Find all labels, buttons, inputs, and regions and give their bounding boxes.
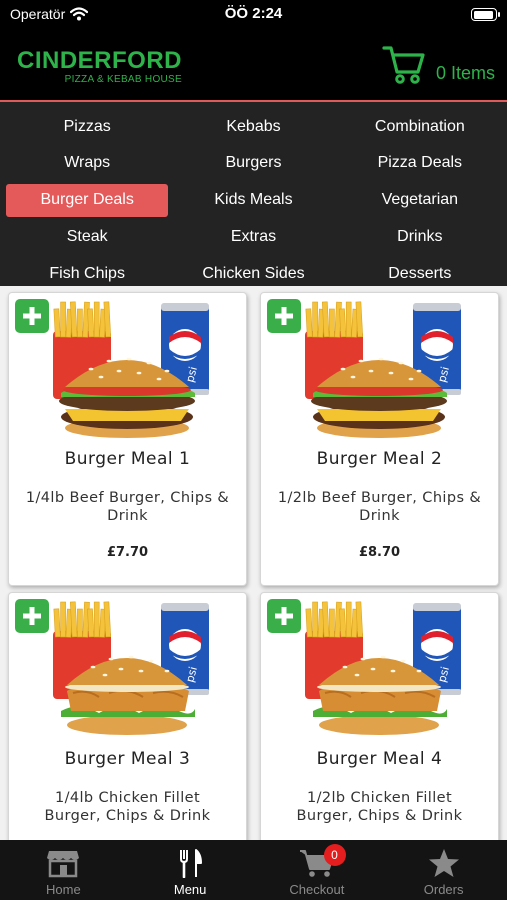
product-grid: psi Burger Meal 1 1/4lb Beef Burger, Chi… <box>0 286 507 840</box>
star-icon <box>428 849 459 877</box>
checkout-badge: 0 <box>323 844 346 866</box>
tab-orders[interactable]: Orders <box>380 840 507 900</box>
category-burger-deals[interactable]: Burger Deals <box>6 183 169 217</box>
category-kids-meals[interactable]: Kids Meals <box>172 184 334 217</box>
store-icon <box>47 851 80 878</box>
add-to-cart-button[interactable] <box>267 299 301 333</box>
brand-logo: CINDERFORD PIZZA & KEBAB HOUSE <box>17 47 182 86</box>
plus-icon <box>23 607 41 625</box>
brand-tagline: PIZZA & KEBAB HOUSE <box>64 74 182 85</box>
brand-name: CINDERFORD <box>17 47 182 74</box>
category-drinks[interactable]: Drinks <box>339 220 501 253</box>
category-burgers[interactable]: Burgers <box>172 147 334 180</box>
product-name: Burger Meal 2 <box>316 449 443 469</box>
header-cart-button[interactable]: 0 Items <box>382 42 495 86</box>
battery-icon <box>471 8 500 21</box>
plus-icon <box>275 307 293 325</box>
tab-bar: Home Menu 0 Checkout Orders <box>0 840 507 900</box>
product-price: £8.70 <box>358 545 401 560</box>
product-card[interactable]: psi Burger Meal 4 1/2lb Chicken Fillet B… <box>260 592 499 840</box>
tab-orders-label: Orders <box>423 882 464 897</box>
product-card[interactable]: psi Burger Meal 1 1/4lb Beef Burger, Chi… <box>8 292 247 586</box>
product-description: 1/4lb Chicken Fillet Burger, Chips & Dri… <box>44 790 211 824</box>
add-to-cart-button[interactable] <box>15 299 49 333</box>
app-header: CINDERFORD PIZZA & KEBAB HOUSE 0 Items <box>0 30 507 100</box>
cart-item-count: 0 Items <box>435 62 495 83</box>
tab-checkout-label: Checkout <box>289 882 345 897</box>
category-wraps[interactable]: Wraps <box>6 147 168 180</box>
product-name: Burger Meal 1 <box>64 449 191 469</box>
category-pizzas[interactable]: Pizzas <box>6 110 168 143</box>
product-name: Burger Meal 3 <box>64 749 191 769</box>
product-description: 1/2lb Chicken Fillet Burger, Chips & Dri… <box>296 790 463 824</box>
category-steak[interactable]: Steak <box>6 220 168 253</box>
product-description: 1/4lb Beef Burger, Chips & Drink <box>25 490 230 524</box>
category-menu: Pizzas Kebabs Combination Wraps Burgers Pizza… <box>0 100 507 286</box>
product-name: Burger Meal 4 <box>316 749 443 769</box>
category-extras[interactable]: Extras <box>172 220 334 253</box>
category-combination[interactable]: Combination <box>339 110 501 143</box>
status-bar: Operatör ÖÖ 2:24 <box>0 0 507 30</box>
cart-icon <box>382 46 425 84</box>
tab-menu-label: Menu <box>173 882 207 897</box>
product-description: 1/2lb Beef Burger, Chips & Drink <box>277 490 482 524</box>
add-to-cart-button[interactable] <box>267 599 301 633</box>
tab-home-label: Home <box>46 882 81 897</box>
category-pizza-deals[interactable]: Pizza Deals <box>339 147 501 180</box>
tab-checkout[interactable]: 0 Checkout <box>254 840 381 900</box>
app-root: Operatör ÖÖ 2:24 CINDERFORD PIZZA & KEBA… <box>0 0 507 900</box>
product-price: £7.70 <box>106 545 149 560</box>
fork-knife-icon <box>180 849 203 878</box>
tab-menu[interactable]: Menu <box>127 840 254 900</box>
tab-home[interactable]: Home <box>0 840 127 900</box>
product-card[interactable]: psi Burger Meal 2 1/2lb Beef Burger, Chi… <box>260 292 499 586</box>
product-card[interactable]: psi Burger Meal 3 1/4lb Chicken Fillet B… <box>8 592 247 840</box>
status-time: ÖÖ 2:24 <box>224 5 283 22</box>
category-vegetarian[interactable]: Vegetarian <box>339 184 501 217</box>
add-to-cart-button[interactable] <box>15 599 49 633</box>
category-kebabs[interactable]: Kebabs <box>172 110 334 143</box>
plus-icon <box>275 607 293 625</box>
plus-icon <box>23 307 41 325</box>
